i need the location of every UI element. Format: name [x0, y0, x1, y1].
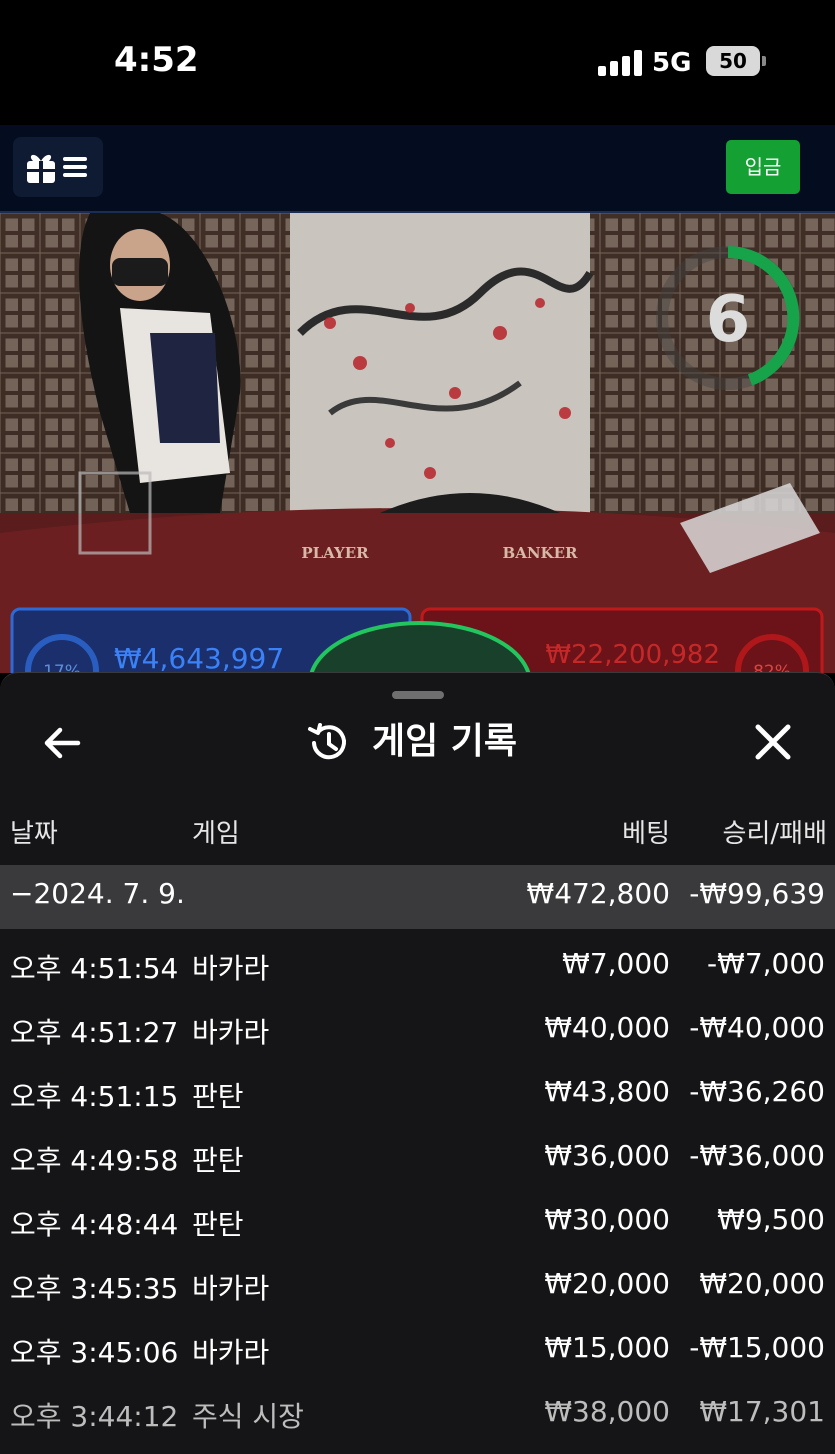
- status-time: 4:52: [114, 40, 199, 80]
- row-result: -₩40,000: [689, 1011, 825, 1044]
- row-bet: ₩7,000: [562, 947, 670, 980]
- summary-date: −2024. 7. 9.: [10, 877, 185, 910]
- menu-button[interactable]: [13, 137, 103, 197]
- baccarat-table-scene: PLAYER BANKER 6 17% ₩4,643,997 82% ₩22,2…: [0, 213, 835, 673]
- history-row[interactable]: 오후 4:51:54 바카라 ₩7,000 -₩7,000: [0, 935, 835, 999]
- date-summary-row[interactable]: −2024. 7. 9. ₩472,800 -₩99,639: [0, 865, 835, 929]
- back-button[interactable]: [38, 721, 86, 765]
- history-row[interactable]: 오후 3:44:12 주식 시장 ₩38,000 ₩17,301: [0, 1383, 835, 1447]
- close-icon: [755, 724, 791, 760]
- row-time: 오후 4:49:58: [10, 1144, 179, 1177]
- gift-menu-icon: [27, 154, 87, 183]
- app-header: 입금: [0, 125, 835, 213]
- history-row[interactable]: 오후 4:48:44 판탄 ₩30,000 ₩9,500: [0, 1191, 835, 1255]
- summary-win-loss: -₩99,639: [689, 877, 825, 910]
- history-row[interactable]: 오후 4:49:58 판탄 ₩36,000 -₩36,000: [0, 1127, 835, 1191]
- row-time: 오후 4:51:27: [10, 1016, 179, 1049]
- row-bet: ₩20,000: [544, 1267, 670, 1300]
- player-table-label: PLAYER: [301, 544, 369, 562]
- network-label: 5G: [652, 48, 692, 78]
- row-bet: ₩36,000: [544, 1139, 670, 1172]
- summary-bet: ₩472,800: [526, 877, 670, 910]
- row-game: 판탄: [192, 1080, 244, 1113]
- row-time: 오후 4:51:15: [10, 1080, 179, 1113]
- row-result: ₩9,500: [717, 1203, 825, 1236]
- row-result: -₩36,000: [689, 1139, 825, 1172]
- row-bet: ₩38,000: [544, 1395, 670, 1428]
- row-result: -₩7,000: [707, 947, 825, 980]
- row-time: 오후 3:45:35: [10, 1272, 179, 1305]
- sheet-title: 게임 기록: [372, 721, 518, 762]
- row-game: 바카라: [192, 1016, 270, 1049]
- close-button[interactable]: [750, 719, 796, 765]
- row-game: 판탄: [192, 1208, 244, 1241]
- arrow-left-icon: [44, 727, 81, 759]
- row-result: -₩15,000: [689, 1331, 825, 1364]
- row-result: -₩36,260: [689, 1075, 825, 1108]
- row-time: 오후 3:44:12: [10, 1400, 179, 1433]
- row-game: 바카라: [192, 1336, 270, 1369]
- history-icon: [308, 723, 346, 760]
- history-row[interactable]: 오후 3:45:35 바카라 ₩20,000 ₩20,000: [0, 1255, 835, 1319]
- history-row[interactable]: 오후 4:51:15 판탄 ₩43,800 -₩36,260: [0, 1063, 835, 1127]
- row-result: ₩17,301: [699, 1395, 825, 1428]
- row-bet: ₩30,000: [544, 1203, 670, 1236]
- history-row[interactable]: 오후 4:51:27 바카라 ₩40,000 -₩40,000: [0, 999, 835, 1063]
- live-video: PLAYER BANKER 6 17% ₩4,643,997 82% ₩22,2…: [0, 213, 835, 673]
- column-header-win-loss[interactable]: 승리/패배: [723, 813, 827, 850]
- row-game: 판탄: [192, 1144, 244, 1177]
- row-game: 바카라: [192, 1272, 270, 1305]
- column-header-game[interactable]: 게임: [192, 813, 240, 850]
- row-time: 오후 4:51:54: [10, 952, 179, 985]
- player-amount: ₩4,643,997: [114, 642, 284, 673]
- row-game: 주식 시장: [192, 1400, 304, 1433]
- banker-amount: ₩22,200,982: [545, 640, 720, 670]
- status-bar: 4:52 5G 50: [0, 0, 835, 125]
- deposit-button[interactable]: 입금: [726, 140, 800, 194]
- sheet-grabber[interactable]: [392, 691, 444, 699]
- battery-icon: 50: [706, 46, 760, 76]
- row-result: ₩20,000: [699, 1267, 825, 1300]
- history-row[interactable]: 오후 3:45:06 바카라 ₩15,000 -₩15,000: [0, 1319, 835, 1383]
- row-time: 오후 3:45:06: [10, 1336, 179, 1369]
- row-time: 오후 4:48:44: [10, 1208, 179, 1241]
- row-game: 바카라: [192, 952, 270, 985]
- banker-table-label: BANKER: [503, 544, 578, 562]
- signal-icon: [598, 50, 642, 76]
- game-history-sheet: 게임 기록 날짜 게임 베팅 승리/패배 −2024. 7. 9. ₩472,8…: [0, 672, 835, 1454]
- battery-nub: [762, 56, 766, 66]
- row-bet: ₩40,000: [544, 1011, 670, 1044]
- row-bet: ₩43,800: [544, 1075, 670, 1108]
- column-header-date[interactable]: 날짜: [10, 813, 58, 850]
- countdown-timer: 6: [706, 283, 751, 357]
- row-bet: ₩15,000: [544, 1331, 670, 1364]
- column-header-bet[interactable]: 베팅: [622, 813, 670, 850]
